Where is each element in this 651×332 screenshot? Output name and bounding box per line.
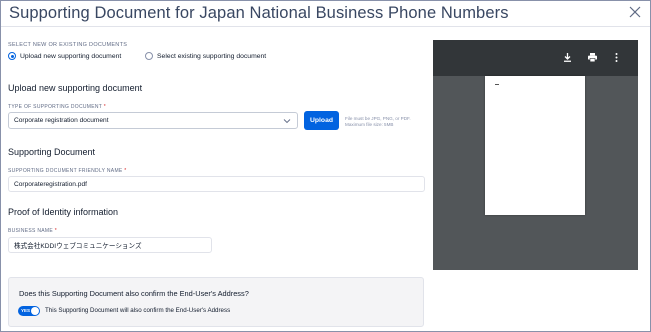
document-type-label-text: TYPE OF SUPPORTING DOCUMENT bbox=[8, 104, 103, 110]
toggle-state-text: YES bbox=[21, 308, 31, 313]
close-icon[interactable] bbox=[628, 5, 642, 19]
friendly-name-input[interactable]: Corporateregistration.pdf bbox=[8, 176, 425, 192]
friendly-name-label-text: SUPPORTING DOCUMENT FRIENDLY NAME bbox=[8, 168, 123, 174]
document-type-label: TYPE OF SUPPORTING DOCUMENT * bbox=[8, 104, 106, 110]
pdf-preview bbox=[433, 40, 638, 270]
radio-unselected-icon bbox=[145, 52, 153, 60]
business-name-input[interactable]: 株式会社KDDIウェブコミュニケーションズ bbox=[8, 237, 212, 253]
business-name-label: BUSINESS NAME * bbox=[8, 228, 57, 234]
required-marker: * bbox=[103, 104, 106, 110]
upload-section-heading: Upload new supporting document bbox=[8, 83, 143, 93]
address-confirmation-toggle[interactable]: YES bbox=[18, 306, 40, 316]
supporting-document-modal: Supporting Document for Japan National B… bbox=[0, 0, 651, 332]
upload-new-radio-label: Upload new supporting document bbox=[20, 52, 122, 60]
document-type-value: Corporate registration document bbox=[14, 117, 109, 124]
document-type-select[interactable]: Corporate registration document bbox=[8, 112, 298, 129]
proof-of-identity-heading: Proof of Identity information bbox=[8, 207, 119, 217]
friendly-name-label: SUPPORTING DOCUMENT FRIENDLY NAME * bbox=[8, 168, 127, 174]
title-divider bbox=[1, 26, 650, 27]
business-name-label-text: BUSINESS NAME bbox=[8, 228, 54, 234]
download-icon[interactable] bbox=[562, 52, 573, 63]
address-confirmation-toggle-label: This Supporting Document will also confi… bbox=[45, 307, 231, 314]
supporting-document-heading: Supporting Document bbox=[8, 147, 96, 157]
print-icon[interactable] bbox=[587, 52, 598, 63]
pdf-toolbar bbox=[433, 40, 638, 76]
address-confirmation-panel: Does this Supporting Document also confi… bbox=[8, 277, 424, 327]
radio-selected-icon bbox=[8, 52, 16, 60]
page-text-mark bbox=[495, 84, 499, 85]
required-marker: * bbox=[54, 228, 57, 234]
required-marker: * bbox=[124, 168, 127, 174]
select-existing-radio[interactable]: Select existing supporting document bbox=[145, 52, 266, 60]
address-confirmation-question: Does this Supporting Document also confi… bbox=[19, 289, 249, 298]
document-choice-overline: SELECT NEW OR EXISTING DOCUMENTS bbox=[8, 42, 128, 48]
more-vertical-icon[interactable] bbox=[611, 52, 622, 63]
upload-button[interactable]: Upload bbox=[304, 111, 339, 130]
upload-help-text: File must be JPG, PNG, or PDF. Maximum f… bbox=[345, 116, 411, 127]
toggle-knob bbox=[31, 307, 39, 315]
select-existing-radio-label: Select existing supporting document bbox=[157, 52, 267, 60]
chevron-down-icon bbox=[283, 119, 291, 124]
pdf-page bbox=[485, 76, 585, 215]
upload-new-radio[interactable]: Upload new supporting document bbox=[8, 52, 121, 60]
modal-title: Supporting Document for Japan National B… bbox=[9, 4, 509, 22]
